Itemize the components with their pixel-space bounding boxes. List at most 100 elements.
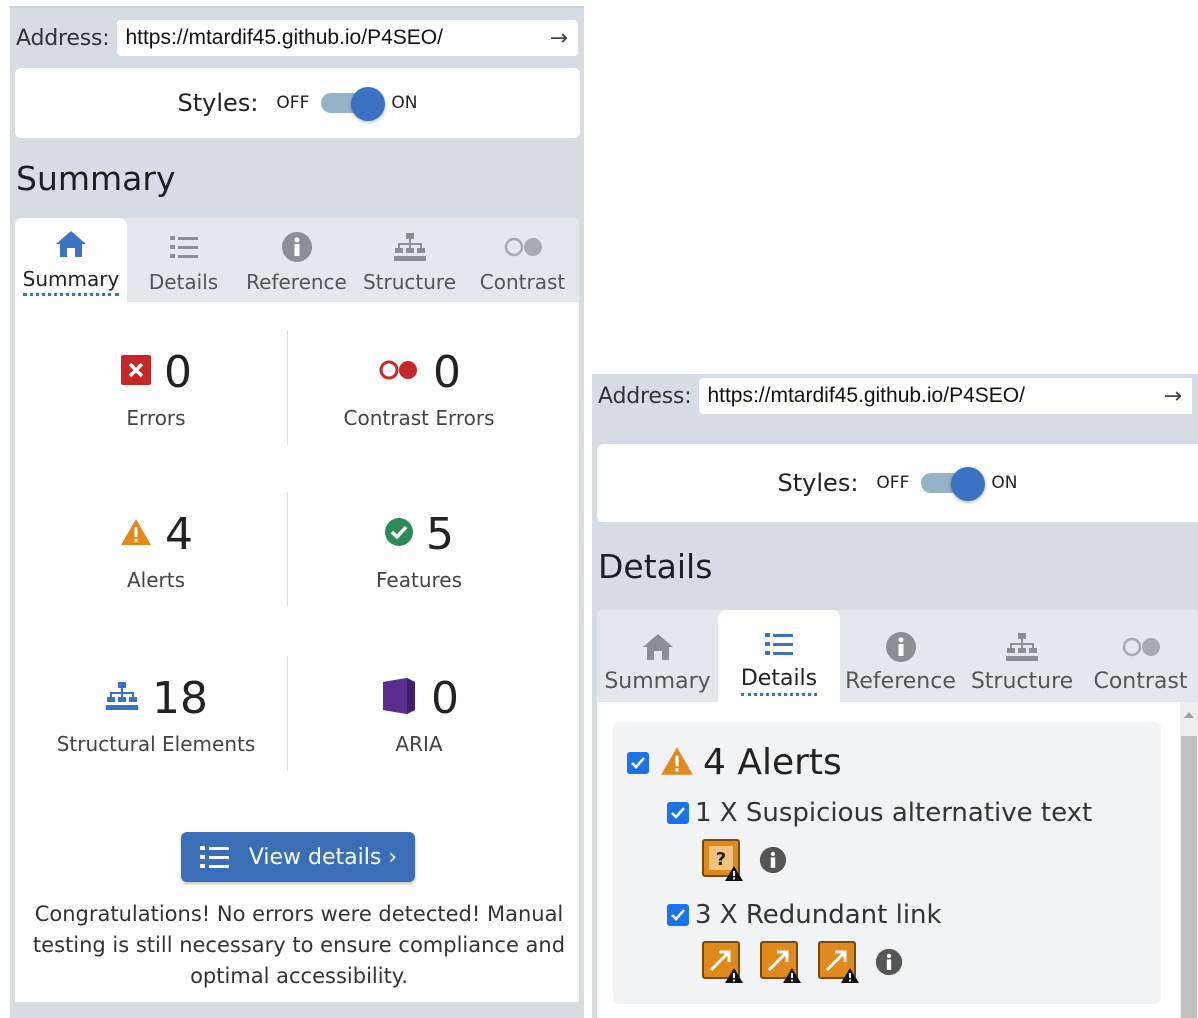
address-input[interactable]: https://mtardif45.github.io/P4SEO/ → [699, 378, 1192, 414]
features-count: 5 [426, 508, 454, 560]
styles-on-label: ON [391, 93, 418, 113]
address-label: Address: [598, 383, 692, 409]
congrats-message: Congratulations! No errors were detected… [32, 902, 566, 988]
suspicious-alt-label: 1 X Suspicious alternative text [695, 798, 1093, 828]
contrast-error-icon [377, 358, 421, 386]
check-circle-icon [384, 517, 414, 551]
aria-label: ARIA [395, 732, 443, 756]
address-bar: Address: https://mtardif45.github.io/P4S… [592, 374, 1198, 418]
alert-triangle-icon [659, 745, 695, 781]
tab-details[interactable]: Details [127, 218, 240, 302]
home-icon [641, 628, 675, 666]
page-title: Summary [16, 158, 176, 198]
hierarchy-icon [1004, 628, 1040, 666]
structural-label: Structural Elements [56, 732, 256, 756]
redundant-link-icon[interactable] [759, 940, 803, 988]
hierarchy-icon [104, 680, 140, 716]
tab-reference[interactable]: Reference [240, 218, 353, 302]
address-url: https://mtardif45.github.io/P4SEO/ [125, 26, 443, 49]
alerts-heading: 4 Alerts [627, 742, 842, 783]
alert-triangle-icon [119, 517, 153, 551]
info-icon [885, 628, 917, 666]
address-bar: Address: https://mtardif45.github.io/P4S… [10, 8, 584, 68]
details-content: 4 Alerts 1 X Suspicious alternative text… [597, 702, 1198, 1018]
stat-errors[interactable]: 0 Errors [25, 342, 287, 430]
redundant-link-icon[interactable] [701, 940, 745, 988]
scroll-up-arrow-icon[interactable] [1184, 712, 1194, 718]
hierarchy-icon [392, 228, 428, 266]
styles-label: Styles: [177, 89, 259, 117]
alerts-checkbox[interactable] [627, 751, 649, 774]
styles-label: Styles: [777, 469, 859, 497]
info-icon[interactable] [875, 948, 903, 980]
address-input[interactable]: https://mtardif45.github.io/P4SEO/ → [117, 20, 578, 56]
alerts-label: Alerts [126, 568, 186, 592]
aria-count: 0 [431, 672, 459, 724]
details-scrollbar[interactable] [1180, 702, 1198, 1018]
address-url: https://mtardif45.github.io/P4SEO/ [707, 384, 1025, 407]
styles-off-label: OFF [276, 93, 310, 113]
suspicious-alt-icons: ? [701, 838, 787, 886]
errors-count: 0 [164, 346, 192, 398]
tab-reference-label: Reference [845, 669, 956, 694]
suspicious-alt-checkbox[interactable] [667, 802, 689, 824]
stat-alerts[interactable]: 4 Alerts [25, 504, 287, 592]
summary-panel: Address: https://mtardif45.github.io/P4S… [10, 6, 584, 1018]
list-icon [168, 228, 200, 266]
toggle-knob[interactable] [351, 87, 386, 121]
tab-details-label: Details [740, 665, 818, 696]
redundant-link-checkbox[interactable] [667, 904, 689, 926]
tab-structure[interactable]: Structure [353, 218, 466, 302]
tab-reference[interactable]: Reference [840, 610, 961, 702]
styles-toggle[interactable] [321, 87, 386, 121]
page-title: Details [598, 546, 713, 586]
list-icon [199, 846, 229, 868]
alerts-card: 4 Alerts 1 X Suspicious alternative text… [613, 722, 1161, 1004]
scroll-thumb[interactable] [1181, 736, 1197, 1018]
tab-bar: Summary Details Reference Structure Cont… [15, 218, 579, 302]
tab-structure-label: Structure [362, 270, 457, 294]
tab-details[interactable]: Details [718, 610, 840, 702]
stat-structural-elements[interactable]: 18 Structural Elements [25, 668, 287, 757]
view-details-button[interactable]: View details › [181, 832, 415, 882]
styles-on-label: ON [991, 473, 1018, 493]
go-arrow-icon[interactable]: → [1164, 384, 1182, 409]
info-icon [281, 228, 313, 266]
tab-contrast[interactable]: Contrast [466, 218, 579, 302]
tab-structure[interactable]: Structure [961, 610, 1083, 702]
styles-off-label: OFF [876, 473, 910, 493]
tab-bar: Summary Details Reference Structure Cont… [597, 610, 1198, 702]
contrast-errors-label: Contrast Errors [343, 406, 495, 430]
stat-aria[interactable]: 0 ARIA [288, 668, 550, 756]
aria-cube-icon [379, 676, 419, 720]
styles-toggle[interactable] [921, 467, 986, 501]
contrast-icon [502, 228, 544, 266]
alerts-count: 4 [165, 508, 193, 560]
redundant-link-icons [701, 940, 903, 988]
redundant-link-label: 3 X Redundant link [695, 900, 942, 930]
styles-toggle-row: Styles: OFF ON [597, 444, 1198, 522]
go-arrow-icon[interactable]: → [550, 26, 568, 51]
suspicious-alt-text-icon[interactable]: ? [701, 838, 745, 886]
tab-contrast[interactable]: Contrast [1083, 610, 1198, 702]
structural-count: 18 [152, 672, 208, 724]
tab-contrast-label: Contrast [479, 270, 566, 294]
contrast-errors-count: 0 [433, 346, 461, 398]
redundant-link-icon[interactable] [817, 940, 861, 988]
tab-reference-label: Reference [246, 270, 347, 294]
alert-item-redundant-link: 3 X Redundant link [667, 900, 942, 930]
error-x-icon [120, 354, 152, 390]
tab-summary-label: Summary [22, 265, 120, 296]
svg-text:?: ? [716, 849, 726, 870]
details-panel: Address: https://mtardif45.github.io/P4S… [592, 374, 1198, 1018]
stat-contrast-errors[interactable]: 0 Contrast Errors [288, 342, 550, 431]
tab-summary[interactable]: Summary [597, 610, 718, 702]
stat-features[interactable]: 5 Features [288, 504, 550, 593]
toggle-knob[interactable] [951, 467, 986, 501]
info-icon[interactable] [759, 846, 787, 878]
summary-content: 0 Errors 0 Contrast Errors 4 Alerts 5 Fe… [15, 302, 579, 1002]
home-icon [54, 225, 88, 263]
alert-item-suspicious-alt: 1 X Suspicious alternative text [667, 798, 1092, 828]
contrast-icon [1120, 628, 1162, 666]
tab-summary[interactable]: Summary [15, 218, 127, 302]
